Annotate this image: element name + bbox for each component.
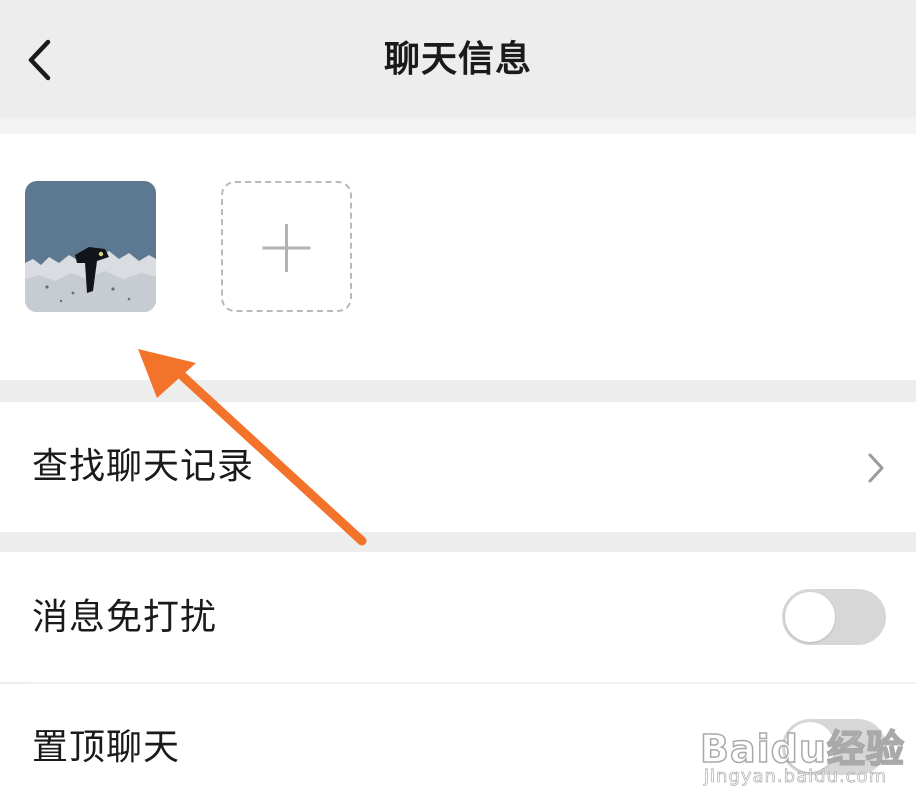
avatar-image [25,181,156,312]
chevron-right-icon [868,453,884,483]
members-section [0,134,916,380]
chat-info-page: 聊天信息 查找聊天记录 消息免打扰 置顶聊天 Baidu经验 jingyan.b… [0,0,916,805]
navigation-bar: 聊天信息 [0,0,916,118]
search-chat-history-label: 查找聊天记录 [32,446,255,487]
mute-notifications-toggle[interactable] [782,589,886,645]
header-divider [0,118,916,134]
member-avatar[interactable] [25,181,156,312]
toggle-knob [785,722,835,772]
add-member-button[interactable] [221,181,352,312]
search-chat-history-row[interactable]: 查找聊天记录 [0,402,916,532]
page-title: 聊天信息 [383,39,532,80]
pin-chat-toggle[interactable] [782,719,886,775]
plus-icon [262,224,311,272]
pin-chat-label: 置顶聊天 [32,727,181,768]
toggle-knob [785,592,835,642]
pin-chat-row: 置顶聊天 [0,684,916,805]
mute-notifications-row: 消息免打扰 [0,552,916,682]
mute-notifications-label: 消息免打扰 [32,597,218,638]
